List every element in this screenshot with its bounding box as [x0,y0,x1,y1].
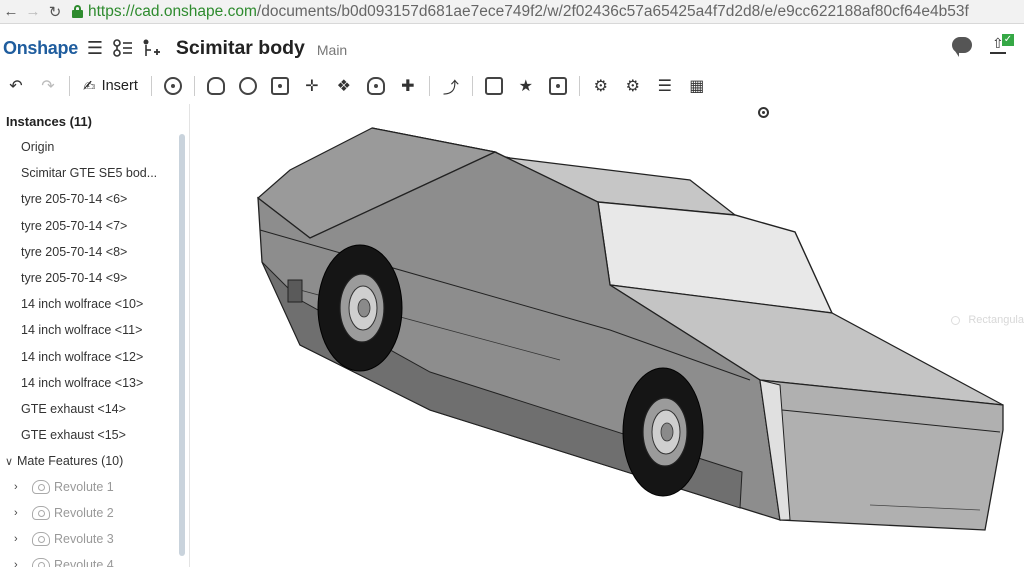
graphics-viewport[interactable]: Rectangula [191,104,1024,567]
upload-icon[interactable]: ⇧ ✓ [988,34,1014,56]
toolbar-divider [578,76,580,96]
menu-icon[interactable]: ☰ [84,37,106,59]
instance-item[interactable]: 14 inch wolfrace <13> [0,370,189,396]
document-title[interactable]: Scimitar body [176,37,305,60]
onshape-logo[interactable]: Onshape [3,38,78,59]
instance-item[interactable]: 14 inch wolfrace <12> [0,344,189,370]
feature-list-icon[interactable] [112,37,134,59]
instance-item[interactable]: tyre 205-70-14 <8> [0,239,189,265]
toolbar-divider [428,76,430,96]
tangent-mate-icon[interactable]: ⤴ [439,74,463,98]
instance-item[interactable]: tyre 205-70-14 <9> [0,265,189,291]
mate-features-header[interactable]: ∨ Mate Features (10) [0,448,189,474]
slider-mate-icon[interactable] [268,74,292,98]
back-arrow-icon[interactable]: ← [0,1,22,23]
planar-mate-icon[interactable]: ✛ [300,74,324,98]
instance-item[interactable]: 14 inch wolfrace <10> [0,291,189,317]
instance-list-panel: Instances (11) Origin Scimitar GTE SE5 b… [0,104,190,567]
history-icon[interactable] [161,74,185,98]
insert-label: Insert [101,78,138,94]
linear-relation-icon[interactable]: ▦ [685,74,709,98]
instance-item[interactable]: tyre 205-70-14 <7> [0,213,189,239]
cylindrical-mate-icon[interactable]: ❖ [332,74,356,98]
branch-name[interactable]: Main [317,42,347,58]
toolbar-divider [69,76,70,96]
toolbar-divider [150,76,152,96]
instance-item[interactable]: Scimitar GTE SE5 bod... [0,160,189,186]
chevron-right-icon[interactable]: › [14,507,26,519]
instance-item[interactable]: 14 inch wolfrace <11> [0,317,189,343]
mate-label: Revolute 4 [54,558,114,567]
rectangular-label: Rectangula [951,314,1024,326]
url-path: /documents/b0d093157d681ae7ece749f2/w/2f… [256,2,969,20]
mate-item[interactable]: › Revolute 1 [0,474,189,500]
mate-features-label: Mate Features (10) [17,454,124,469]
instance-item[interactable]: Origin [0,134,189,160]
instance-item[interactable]: GTE exhaust <15> [0,422,189,448]
add-part-icon[interactable] [140,37,162,59]
mate-label: Revolute 3 [54,532,114,547]
chevron-right-icon[interactable]: › [14,559,26,567]
url-host: https://cad.onshape.com [88,2,257,20]
redo-icon[interactable]: ↷ [36,74,60,98]
comments-icon[interactable] [952,37,972,57]
instances-header[interactable]: Instances (11) [0,104,189,134]
instance-item[interactable]: GTE exhaust <14> [0,396,189,422]
revolute-icon [32,480,50,495]
gear-relation-icon[interactable]: ⚙ [589,74,613,98]
lock-icon [72,5,83,18]
car-body-model[interactable] [191,104,1024,567]
parallel-mate-icon[interactable] [546,74,570,98]
forward-arrow-icon[interactable]: → [22,1,44,23]
mate-item[interactable]: › Revolute 2 [0,500,189,526]
reload-icon[interactable]: ↻ [44,1,66,23]
revolute-icon [32,558,50,567]
instance-item[interactable]: tyre 205-70-14 <6> [0,186,189,212]
ball-mate-icon[interactable]: ✚ [396,74,420,98]
radio-icon [951,315,961,325]
mate-item[interactable]: › Revolute 4 [0,552,189,567]
pin-slot-mate-icon[interactable] [364,74,388,98]
assembly-toolbar: ↶ ↷ ✍ Insert ✛ ❖ ✚ ⤴ ★ ⚙ ⚙ ☰ ▦ [0,70,1024,102]
revolute-icon [32,506,50,521]
address-bar[interactable]: https://cad.onshape.com/documents/b0d093… [72,1,969,23]
screw-relation-icon[interactable]: ☰ [653,74,677,98]
toolbar-divider [193,76,195,96]
group-icon[interactable] [482,74,506,98]
insert-icon: ✍ [83,78,96,95]
undo-icon[interactable]: ↶ [4,74,28,98]
app-header: Onshape ☰ Scimitar body Main ⇧ ✓ [0,28,1024,68]
mate-item[interactable]: › Revolute 3 [0,526,189,552]
fastened-mate-icon[interactable] [204,74,228,98]
mate-label: Revolute 1 [54,480,114,495]
mate-connector-icon[interactable]: ★ [514,74,538,98]
header-actions: ⇧ ✓ [952,34,1014,57]
toolbar-divider [471,76,473,96]
insert-button[interactable]: ✍ Insert [79,74,142,98]
chevron-right-icon[interactable]: › [14,481,26,493]
sidebar-scrollbar[interactable] [179,134,185,556]
rectangular-label-text: Rectangula [968,314,1024,326]
chevron-right-icon[interactable]: › [14,533,26,545]
revolute-mate-icon[interactable] [236,74,260,98]
rack-pinion-icon[interactable]: ⚙ [621,74,645,98]
mate-label: Revolute 2 [54,506,114,521]
chevron-down-icon[interactable]: ∨ [5,455,17,468]
browser-bar: ← → ↻ https://cad.onshape.com/documents/… [0,0,1024,24]
revolute-icon [32,532,50,547]
